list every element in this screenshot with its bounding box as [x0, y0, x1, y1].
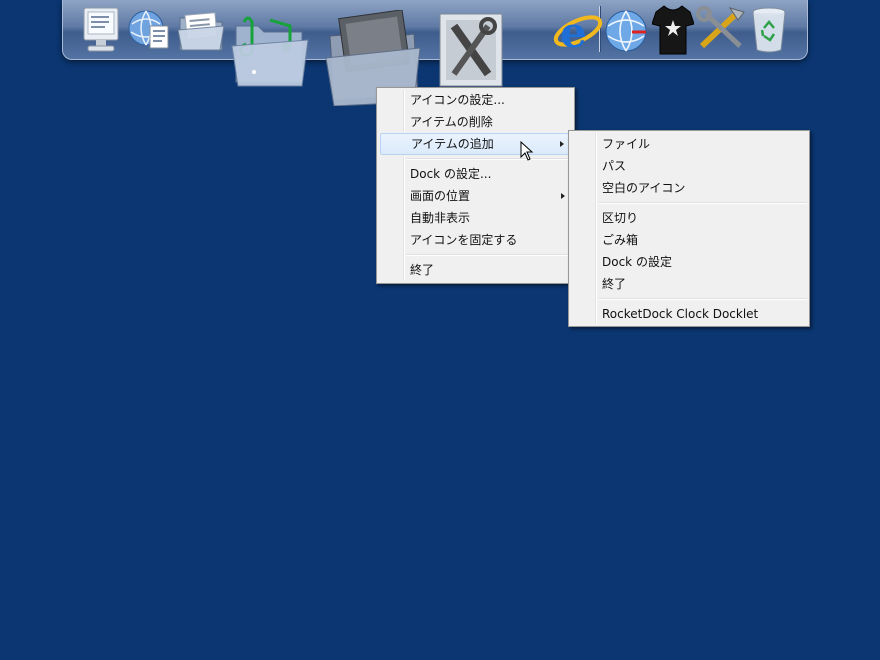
menu-item-lock-icons[interactable]: アイコンを固定する	[377, 229, 574, 251]
network-globe-icon[interactable]	[126, 8, 172, 52]
tshirt-icon[interactable]	[652, 4, 694, 56]
menu-separator	[406, 158, 572, 160]
svg-text:e: e	[560, 8, 587, 56]
menu-item-screen-position[interactable]: 画面の位置	[377, 185, 574, 207]
menu-item-dock-settings[interactable]: Dock の設定...	[377, 163, 574, 185]
submenu-arrow-icon	[561, 193, 565, 199]
tools-icon[interactable]	[696, 6, 748, 54]
menu-item-add-item[interactable]: アイテムの追加	[380, 133, 571, 155]
menu-item-exit[interactable]: 終了	[377, 259, 574, 281]
menu-item-screen-position-label: 画面の位置	[410, 189, 471, 203]
music-folder-icon[interactable]	[230, 12, 310, 92]
globe-icon[interactable]	[602, 8, 650, 54]
menu-item-icon-settings[interactable]: アイコンの設定...	[377, 89, 574, 111]
menu-item-autohide[interactable]: 自動非表示	[377, 207, 574, 229]
mouse-cursor-icon	[520, 140, 534, 164]
submenu-item-path[interactable]: パス	[569, 155, 809, 177]
computer-icon[interactable]	[80, 6, 122, 54]
submenu-item-clock-docklet[interactable]: RocketDock Clock Docklet	[569, 303, 809, 325]
menu-item-delete-item[interactable]: アイテムの削除	[377, 111, 574, 133]
menu-separator	[598, 298, 807, 300]
menu-item-add-item-label: アイテムの追加	[411, 137, 494, 151]
submenu-item-dock-settings[interactable]: Dock の設定	[569, 251, 809, 273]
context-menu: アイコンの設定... アイテムの削除 アイテムの追加 Dock の設定... 画…	[376, 87, 575, 284]
internet-explorer-icon[interactable]: e	[552, 6, 604, 56]
documents-folder-icon[interactable]	[176, 10, 228, 54]
submenu-item-file[interactable]: ファイル	[569, 133, 809, 155]
menu-separator	[406, 254, 572, 256]
submenu-arrow-icon	[560, 141, 564, 147]
submenu-item-exit[interactable]: 終了	[569, 273, 809, 295]
add-item-submenu: ファイル パス 空白のアイコン 区切り ごみ箱 Dock の設定 終了 Rock…	[568, 130, 810, 327]
submenu-item-recycle-bin[interactable]: ごみ箱	[569, 229, 809, 251]
menu-separator	[598, 202, 807, 204]
recycle-bin-icon[interactable]	[750, 6, 788, 54]
tools-folder-icon[interactable]	[428, 8, 514, 90]
submenu-item-blank-icon[interactable]: 空白のアイコン	[569, 177, 809, 199]
submenu-item-separator[interactable]: 区切り	[569, 207, 809, 229]
